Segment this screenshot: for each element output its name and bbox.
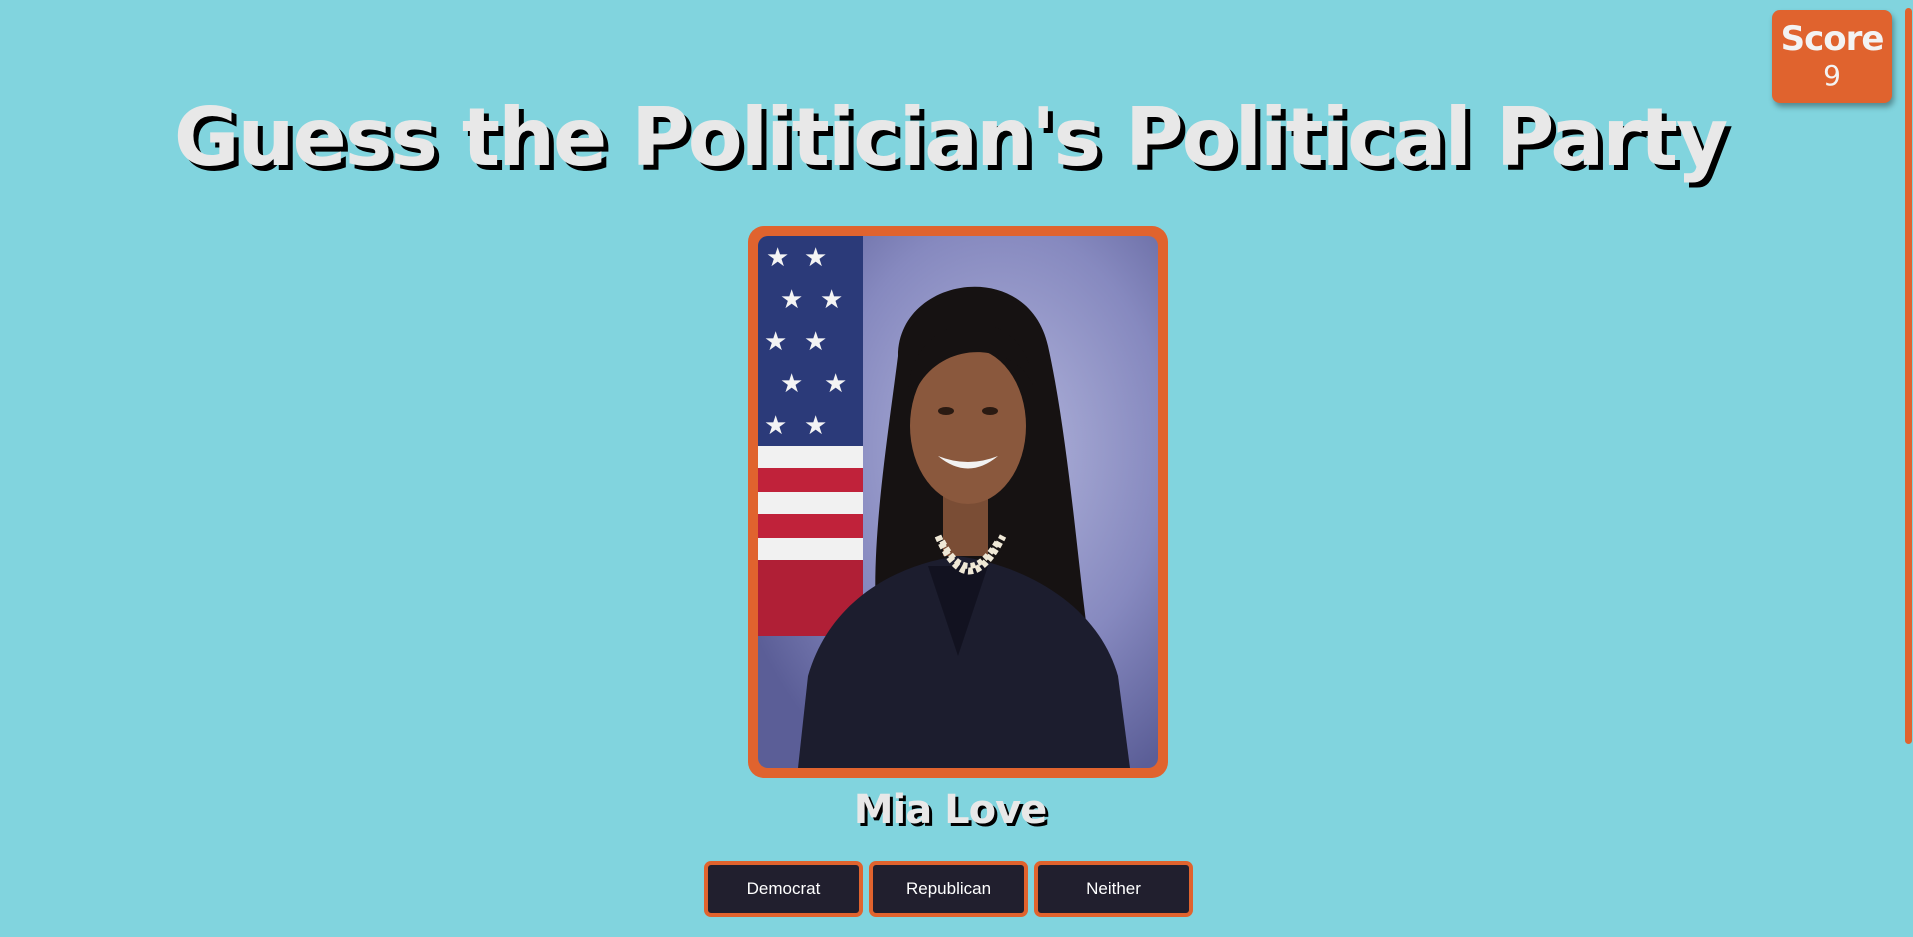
svg-text:★: ★ (824, 369, 847, 399)
scrollbar-thumb[interactable] (1905, 8, 1912, 744)
politician-photo-frame: ★ ★ ★ ★ ★ ★ ★ ★ ★ ★ (748, 226, 1168, 778)
politician-photo: ★ ★ ★ ★ ★ ★ ★ ★ ★ ★ (758, 236, 1158, 768)
svg-text:★: ★ (764, 327, 787, 357)
svg-text:★: ★ (780, 369, 803, 399)
flag-area: ★ ★ ★ ★ ★ ★ ★ ★ ★ ★ (758, 236, 863, 636)
svg-text:★: ★ (804, 243, 827, 273)
svg-text:★: ★ (804, 327, 827, 357)
page-title: Guess the Politician's Political Party (173, 91, 1728, 184)
svg-text:★: ★ (804, 411, 827, 441)
svg-text:★: ★ (764, 411, 787, 441)
democrat-button[interactable]: Democrat (704, 861, 863, 917)
neither-button[interactable]: Neither (1034, 861, 1193, 917)
game-page: Score 9 Guess the Politician's Political… (0, 0, 1913, 937)
party-choices: Democrat Republican Neither (704, 861, 1193, 917)
svg-text:★: ★ (780, 285, 803, 315)
svg-text:★: ★ (766, 243, 789, 273)
score-value: 9 (1823, 59, 1841, 92)
score-label: Score (1780, 19, 1885, 59)
republican-button[interactable]: Republican (869, 861, 1028, 917)
politician-name: Mia Love (853, 787, 1048, 833)
svg-text:★: ★ (820, 285, 843, 315)
scrollbar[interactable] (1904, 0, 1913, 937)
score-box: Score 9 (1772, 10, 1892, 103)
